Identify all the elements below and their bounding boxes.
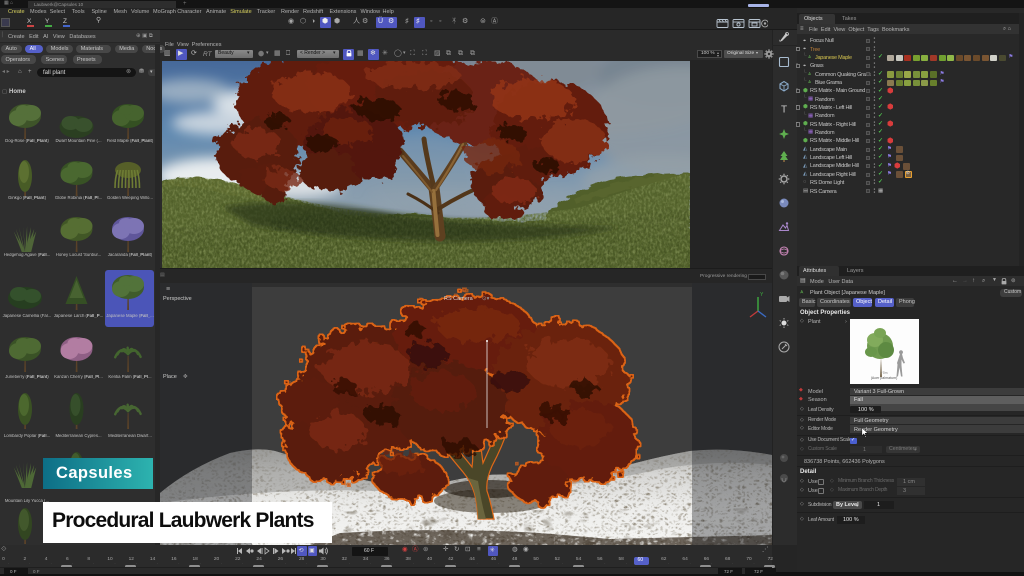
- svg-text:~7m: ~7m: [880, 371, 887, 375]
- svg-text:(Acer palmatum): (Acer palmatum): [871, 376, 898, 380]
- svg-text:Rbd Shading : 50ms: Rbd Shading : 50ms: [716, 532, 758, 537]
- svg-text:T: T: [781, 105, 787, 116]
